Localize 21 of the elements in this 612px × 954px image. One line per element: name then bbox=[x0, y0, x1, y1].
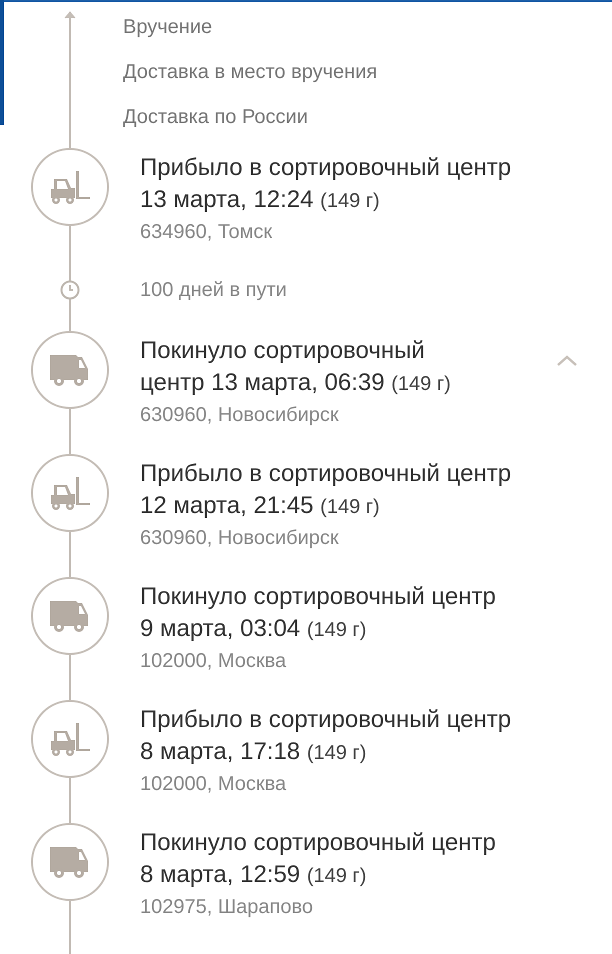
forklift-icon bbox=[48, 721, 92, 757]
transit-duration: 100 дней в пути bbox=[140, 278, 288, 302]
event-location: 630960, Новосибирск bbox=[140, 526, 340, 551]
event-location: 102975, Шарапово bbox=[140, 895, 314, 920]
event-location: 102000, Москва bbox=[140, 649, 288, 674]
event-title: Покинуло сортировочный центр 8 марта, 12:59 (149 г) bbox=[140, 828, 497, 890]
event-title: Покинуло сортировочный центр 13 марта, 06:39 (149 г) bbox=[140, 336, 452, 398]
event-title: Прибыло в сортировочный центр 12 марта, 21:45 (149 г) bbox=[140, 459, 512, 521]
collapse-chevron-icon[interactable] bbox=[556, 355, 578, 367]
event-location: 630960, Новосибирск bbox=[140, 403, 340, 428]
stage-label: Доставка по России bbox=[123, 105, 309, 130]
stage-label: Доставка в место вручения bbox=[123, 60, 378, 85]
event-title: Прибыло в сортировочный центр 13 марта, 12:24 (149 г) bbox=[140, 153, 512, 215]
forklift-icon bbox=[48, 169, 92, 205]
forklift-icon bbox=[48, 475, 92, 511]
clock-icon bbox=[60, 280, 80, 300]
event-location: 634960, Томск bbox=[140, 220, 274, 245]
event-location: 102000, Москва bbox=[140, 772, 288, 797]
event-title: Прибыло в сортировочный центр 8 марта, 17:18 (149 г) bbox=[140, 705, 512, 767]
stage-label: Вручение bbox=[123, 15, 214, 40]
event-title: Покинуло сортировочный центр 9 марта, 03:04 (149 г) bbox=[140, 582, 497, 644]
